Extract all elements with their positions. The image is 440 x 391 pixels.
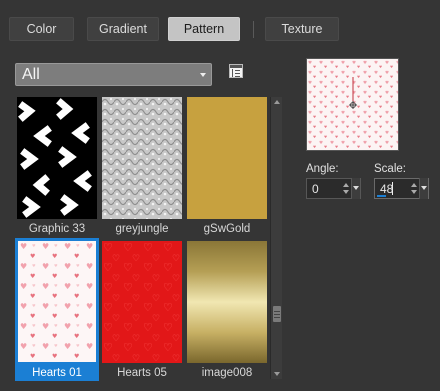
pattern-name: gSwGold [203,223,251,235]
angle-label: Angle: [306,163,339,175]
scale-level-bar [377,195,386,197]
decrement-icon [343,190,349,194]
angle-stepper[interactable] [342,180,351,197]
scale-label: Scale: [374,163,406,175]
pattern-thumbnail-image008 [187,241,267,363]
pattern-name: Graphic 33 [28,223,86,235]
pattern-name: greyjungle [115,223,169,235]
pattern-item[interactable]: gSwGold [185,94,269,238]
angle-dropdown-button[interactable] [351,178,360,199]
angle-value: 0 [312,182,319,196]
category-dropdown[interactable]: All [15,63,212,86]
pattern-item[interactable]: Graphic 33 [15,94,99,238]
tab-gradient[interactable]: Gradient [87,17,159,41]
pattern-name: image008 [201,367,253,379]
pattern-item[interactable]: image008 [185,238,269,382]
pattern-name: Hearts 05 [117,367,167,379]
pattern-thumbnail-hearts01: ♥ ♥ ♥ [15,238,99,365]
text-caret [392,182,393,195]
pattern-item[interactable]: ♥ ♥ ♥ Hearts 01 [15,238,99,382]
scale-spinbox[interactable]: 48 [374,178,429,199]
pattern-item[interactable]: ♡ ♡ Hearts 05 [100,238,184,382]
scroll-up-icon[interactable] [274,100,280,104]
scrollbar-thumb[interactable] [273,306,281,322]
pattern-thumbnail-graphic33 [17,97,97,219]
tab-color[interactable]: Color [9,17,74,41]
pattern-name: Hearts 01 [15,365,99,381]
pattern-item[interactable]: greyjungle [100,94,184,238]
chevron-down-icon [353,186,359,190]
tab-texture[interactable]: Texture [265,17,339,41]
increment-icon [411,183,417,187]
angle-spinbox[interactable]: 0 [306,178,361,199]
pattern-preview[interactable]: ♥ ♥ [306,58,399,151]
scroll-down-icon[interactable] [274,372,280,376]
chevron-down-icon [421,186,427,190]
increment-icon [343,183,349,187]
pattern-thumbnail-gswgold [187,97,267,219]
pattern-thumbnail-greyjungle [102,97,182,219]
pattern-thumbnail-hearts05: ♡ ♡ [102,241,182,363]
tab-pattern[interactable]: Pattern [168,17,240,41]
scale-stepper[interactable] [410,180,419,197]
category-dropdown-value: All [22,66,40,83]
pattern-grid: Graphic 33 greyjungle gSwGold Hearts 01 … [15,94,269,382]
pattern-scrollbar[interactable] [270,97,282,379]
chevron-down-icon [200,73,206,77]
scale-dropdown-button[interactable] [419,178,428,199]
tab-separator [253,21,254,38]
decrement-icon [411,190,417,194]
open-library-icon[interactable] [229,64,243,78]
